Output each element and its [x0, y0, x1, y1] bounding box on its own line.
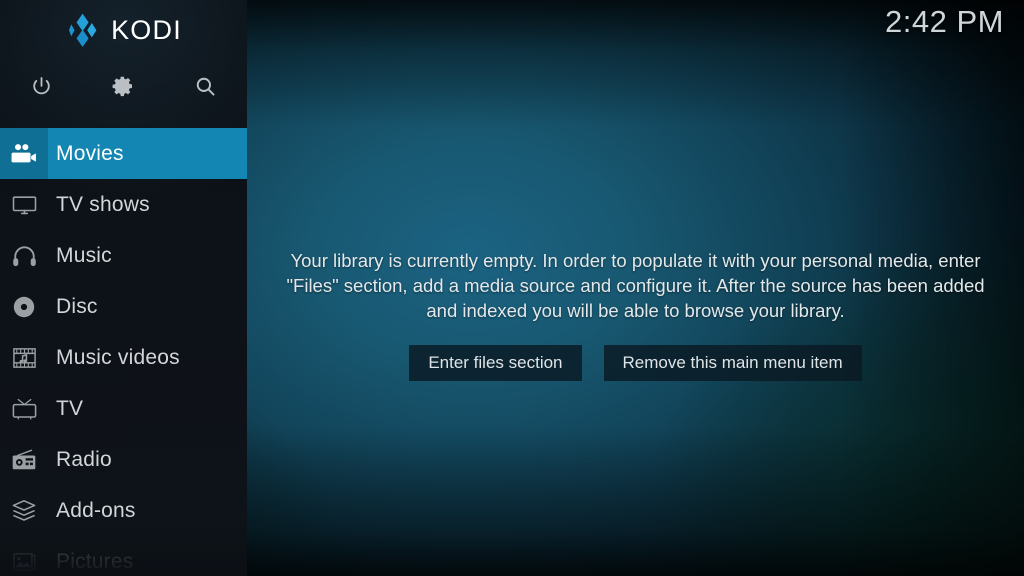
power-icon — [30, 75, 53, 98]
sidebar-item-pictures[interactable]: Pictures — [0, 536, 247, 576]
radio-icon — [0, 434, 48, 485]
disc-icon — [0, 281, 48, 332]
empty-library-panel: Your library is currently empty. In orde… — [281, 248, 991, 381]
sidebar-item-label: Pictures — [56, 549, 134, 573]
addons-box-icon — [0, 485, 48, 536]
main-menu: Movies TV shows Music Disc Music videos … — [0, 128, 247, 576]
top-bar: 2:42 PM — [0, 0, 1024, 56]
empty-library-message: Your library is currently empty. In orde… — [286, 250, 985, 321]
empty-library-actions: Enter files section Remove this main men… — [281, 345, 991, 381]
tv-monitor-icon — [0, 179, 48, 230]
sidebar-item-movies[interactable]: Movies — [0, 128, 247, 179]
headphones-icon — [0, 230, 48, 281]
retro-tv-icon — [0, 383, 48, 434]
remove-main-menu-item-button[interactable]: Remove this main menu item — [603, 345, 862, 381]
sidebar-item-label: Disc — [56, 294, 98, 318]
sidebar-item-label: Radio — [56, 447, 112, 471]
sidebar-item-label: Add-ons — [56, 498, 136, 522]
search-icon — [194, 75, 217, 98]
sidebar-item-label: TV — [56, 396, 84, 420]
sidebar-item-radio[interactable]: Radio — [0, 434, 247, 485]
sidebar-item-label: TV shows — [56, 192, 150, 216]
sidebar-item-music-videos[interactable]: Music videos — [0, 332, 247, 383]
enter-files-section-button[interactable]: Enter files section — [409, 345, 582, 381]
sidebar-item-label: Music — [56, 243, 112, 267]
main-content: Your library is currently empty. In orde… — [247, 0, 1024, 576]
search-button[interactable] — [164, 62, 246, 110]
sidebar-item-label: Music videos — [56, 345, 180, 369]
power-button[interactable] — [0, 62, 82, 110]
sidebar-item-add-ons[interactable]: Add-ons — [0, 485, 247, 536]
sidebar-item-label: Movies — [56, 141, 124, 165]
sidebar-item-tv-shows[interactable]: TV shows — [0, 179, 247, 230]
film-music-icon — [0, 332, 48, 383]
movie-camera-icon — [0, 128, 48, 179]
clock: 2:42 PM — [885, 4, 1004, 39]
gear-icon — [111, 74, 135, 98]
sidebar-item-music[interactable]: Music — [0, 230, 247, 281]
kodi-home-screen: 2:42 PM KODI Movies TV shows Music Disc … — [0, 0, 1024, 576]
quick-action-bar — [0, 62, 247, 110]
sidebar-item-tv[interactable]: TV — [0, 383, 247, 434]
pictures-icon — [0, 536, 48, 576]
settings-button[interactable] — [82, 62, 164, 110]
sidebar-item-disc[interactable]: Disc — [0, 281, 247, 332]
sidebar: KODI Movies TV shows Music Disc Music vi… — [0, 0, 247, 576]
